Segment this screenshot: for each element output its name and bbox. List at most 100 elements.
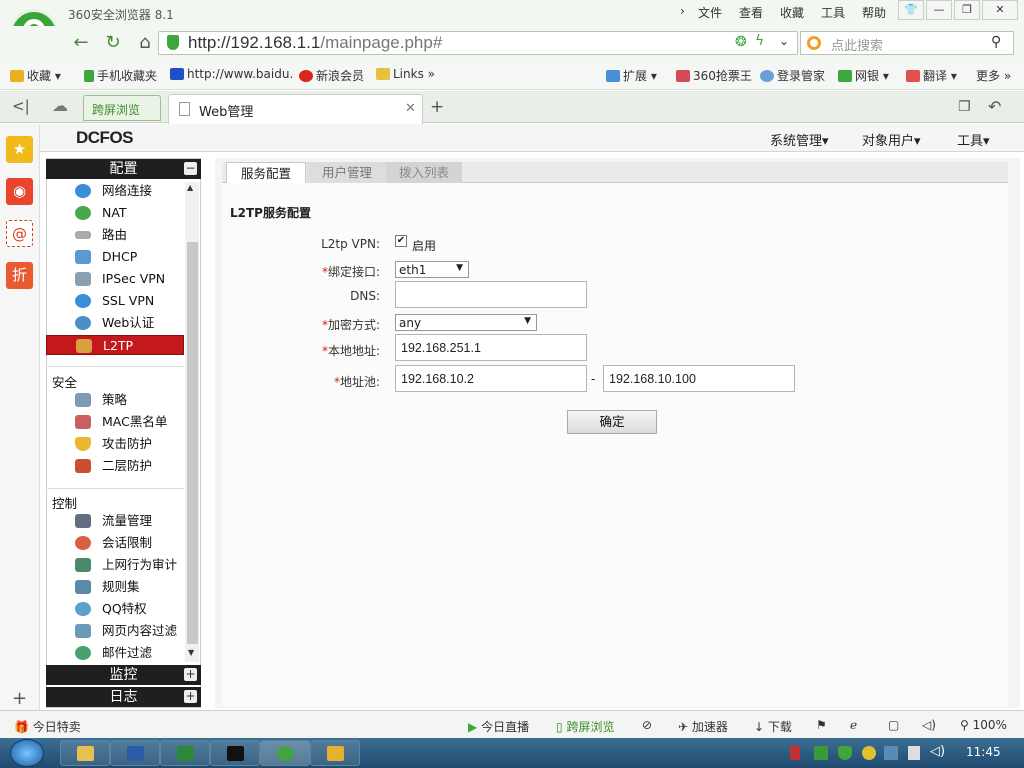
menu-help[interactable]: 帮助 bbox=[862, 4, 886, 21]
sidebar-item-ipsec[interactable]: IPSec VPN bbox=[75, 269, 184, 289]
clock[interactable]: 11:45 bbox=[966, 745, 1001, 759]
back-icon[interactable]: ← bbox=[68, 32, 94, 53]
url-text[interactable]: http://192.168.1.1/mainpage.php# bbox=[188, 33, 442, 53]
tray-shield-icon[interactable] bbox=[838, 746, 852, 760]
flag-icon[interactable]: ⚑ bbox=[816, 718, 827, 732]
tab-dial-in-list[interactable]: 拨入列表 bbox=[386, 162, 462, 183]
tab-user-management[interactable]: 用户管理 bbox=[307, 162, 387, 183]
pool-start-input[interactable]: 192.168.10.2 bbox=[395, 365, 587, 392]
new-tab-button[interactable]: + bbox=[430, 97, 444, 117]
bookmark-baidu[interactable]: http://www.baidu. bbox=[170, 67, 293, 81]
live-button[interactable]: ▶ 今日直播 bbox=[468, 718, 529, 735]
tray-icon-1[interactable] bbox=[790, 746, 800, 760]
discount-icon[interactable]: 折 bbox=[6, 262, 33, 289]
bookmark-favorites[interactable]: 收藏 ▾ bbox=[10, 67, 61, 84]
ie-icon[interactable]: ℯ bbox=[850, 718, 857, 732]
sidebar-item-session-limit[interactable]: 会话限制 bbox=[75, 533, 184, 553]
section-log[interactable]: 日志 + bbox=[46, 687, 201, 707]
search-input[interactable]: 点此搜索 bbox=[831, 35, 883, 54]
sidebar-item-webauth[interactable]: Web认证 bbox=[75, 313, 184, 333]
sidebar-scroll-thumb[interactable] bbox=[187, 242, 198, 644]
sidebar-item-mac-blacklist[interactable]: MAC黑名单 bbox=[75, 412, 184, 432]
sidebar-item-dhcp[interactable]: DHCP bbox=[75, 247, 184, 267]
iface-select[interactable]: eth1 ▼ bbox=[395, 261, 469, 278]
tray-icon-2[interactable] bbox=[814, 746, 828, 760]
close-tab-icon[interactable]: ✕ bbox=[405, 101, 416, 116]
expand-icon[interactable]: + bbox=[184, 690, 197, 703]
zoom-control[interactable]: ⚲ 100% bbox=[960, 718, 1007, 732]
start-button[interactable] bbox=[10, 739, 44, 767]
sidebar-item-ruleset[interactable]: 规则集 bbox=[75, 577, 184, 597]
taskbar-word[interactable] bbox=[110, 740, 160, 766]
sidebar-item-route[interactable]: 路由 bbox=[75, 225, 184, 245]
taskbar-app[interactable] bbox=[310, 740, 360, 766]
volume-icon[interactable]: ◁) bbox=[922, 718, 936, 732]
window-status-icon[interactable]: ▢ bbox=[888, 718, 899, 732]
taskbar-excel[interactable] bbox=[160, 740, 210, 766]
cloud-icon[interactable]: ☁ bbox=[52, 96, 68, 115]
favorites-star-icon[interactable]: ★ bbox=[6, 136, 33, 163]
collapse-icon[interactable]: − bbox=[184, 162, 197, 175]
sidebar-item-attack-protection[interactable]: 攻击防护 bbox=[75, 434, 184, 454]
mail-icon[interactable]: @ bbox=[6, 220, 33, 247]
sidebar-item-audit[interactable]: 上网行为审计 bbox=[75, 555, 184, 575]
taskbar-browser[interactable] bbox=[260, 740, 310, 766]
tab-list-icon[interactable]: <| bbox=[12, 97, 30, 115]
menu-system-management[interactable]: 系统管理▾ bbox=[770, 130, 829, 149]
chevron-down-icon[interactable]: ⌄ bbox=[779, 34, 789, 48]
status-icon-1[interactable]: ⊘ bbox=[642, 718, 652, 732]
search-box[interactable]: 点此搜索 ⚲ bbox=[800, 31, 1014, 55]
menu-file[interactable]: 文件 bbox=[698, 4, 722, 21]
window-icon[interactable]: ❐ bbox=[958, 99, 971, 115]
menu-view[interactable]: 查看 bbox=[739, 4, 763, 21]
dns-input[interactable] bbox=[395, 281, 587, 308]
tab-service-config[interactable]: 服务配置 bbox=[226, 162, 306, 183]
taskbar-cmd[interactable] bbox=[210, 740, 260, 766]
more-button[interactable]: 更多 » bbox=[976, 67, 1011, 84]
sidebar-item-traffic[interactable]: 流量管理 bbox=[75, 511, 184, 531]
section-config[interactable]: 配置 − bbox=[46, 159, 201, 179]
sidebar-item-network[interactable]: 网络连接 bbox=[75, 181, 184, 201]
search-icon[interactable]: ⚲ bbox=[991, 34, 1001, 50]
tab-web-admin[interactable]: Web管理 ✕ bbox=[168, 94, 423, 124]
sidebar-item-qq[interactable]: QQ特权 bbox=[75, 599, 184, 619]
tray-icon-3[interactable] bbox=[862, 746, 876, 760]
restore-button[interactable]: ❐ bbox=[954, 0, 980, 20]
expand-icon[interactable]: + bbox=[184, 668, 197, 681]
menu-object-users[interactable]: 对象用户▾ bbox=[862, 130, 921, 149]
cross-screen-status[interactable]: ▯ 跨屏浏览 bbox=[556, 718, 614, 735]
bookmark-mobile[interactable]: 手机收藏夹 bbox=[84, 67, 157, 84]
network-icon[interactable] bbox=[908, 746, 920, 760]
section-monitor[interactable]: 监控 + bbox=[46, 665, 201, 685]
add-sidebar-icon[interactable]: + bbox=[12, 688, 27, 709]
menu-chevron-icon[interactable]: › bbox=[680, 4, 685, 18]
weibo-sidebar-icon[interactable]: ◉ bbox=[6, 178, 33, 205]
bookmark-sina[interactable]: 新浪会员 bbox=[299, 67, 364, 84]
pool-end-input[interactable]: 192.168.10.100 bbox=[603, 365, 795, 392]
ticket-button[interactable]: 360抢票王 bbox=[676, 67, 752, 84]
download-button[interactable]: ↓ 下载 bbox=[754, 718, 792, 735]
daily-deals[interactable]: 🎁 今日特卖 bbox=[14, 718, 81, 735]
close-window-button[interactable]: ✕ bbox=[982, 0, 1018, 20]
scroll-up-icon[interactable]: ▲ bbox=[187, 183, 193, 192]
login-manager-button[interactable]: 登录管家 bbox=[760, 67, 825, 84]
sidebar-item-web-filter[interactable]: 网页内容过滤 bbox=[75, 621, 184, 641]
skin-button[interactable]: 👕 bbox=[898, 0, 924, 20]
tray-volume-icon[interactable]: ◁) bbox=[930, 744, 945, 759]
encryption-select[interactable]: any ▼ bbox=[395, 314, 537, 331]
minimize-button[interactable]: — bbox=[926, 0, 952, 20]
home-icon[interactable]: ⌂ bbox=[132, 32, 158, 53]
menu-tools[interactable]: 工具 bbox=[821, 4, 845, 21]
sidebar-item-nat[interactable]: NAT bbox=[75, 203, 184, 223]
sidebar-item-layer2-protection[interactable]: 二层防护 bbox=[75, 456, 184, 476]
sidebar-item-sslvpn[interactable]: SSL VPN bbox=[75, 291, 184, 311]
translate-button[interactable]: 翻译 ▾ bbox=[906, 67, 957, 84]
confirm-button[interactable]: 确定 bbox=[567, 410, 657, 434]
menu-favorites[interactable]: 收藏 bbox=[780, 4, 804, 21]
bank-button[interactable]: 网银 ▾ bbox=[838, 67, 889, 84]
refresh-icon[interactable]: ↻ bbox=[100, 32, 126, 53]
sidebar-item-policy[interactable]: 策略 bbox=[75, 390, 184, 410]
vpn-enable-checkbox[interactable]: ✔ bbox=[395, 235, 407, 247]
accelerator-button[interactable]: ✈ 加速器 bbox=[678, 718, 728, 735]
sidebar-item-l2tp[interactable]: L2TP bbox=[46, 335, 184, 355]
